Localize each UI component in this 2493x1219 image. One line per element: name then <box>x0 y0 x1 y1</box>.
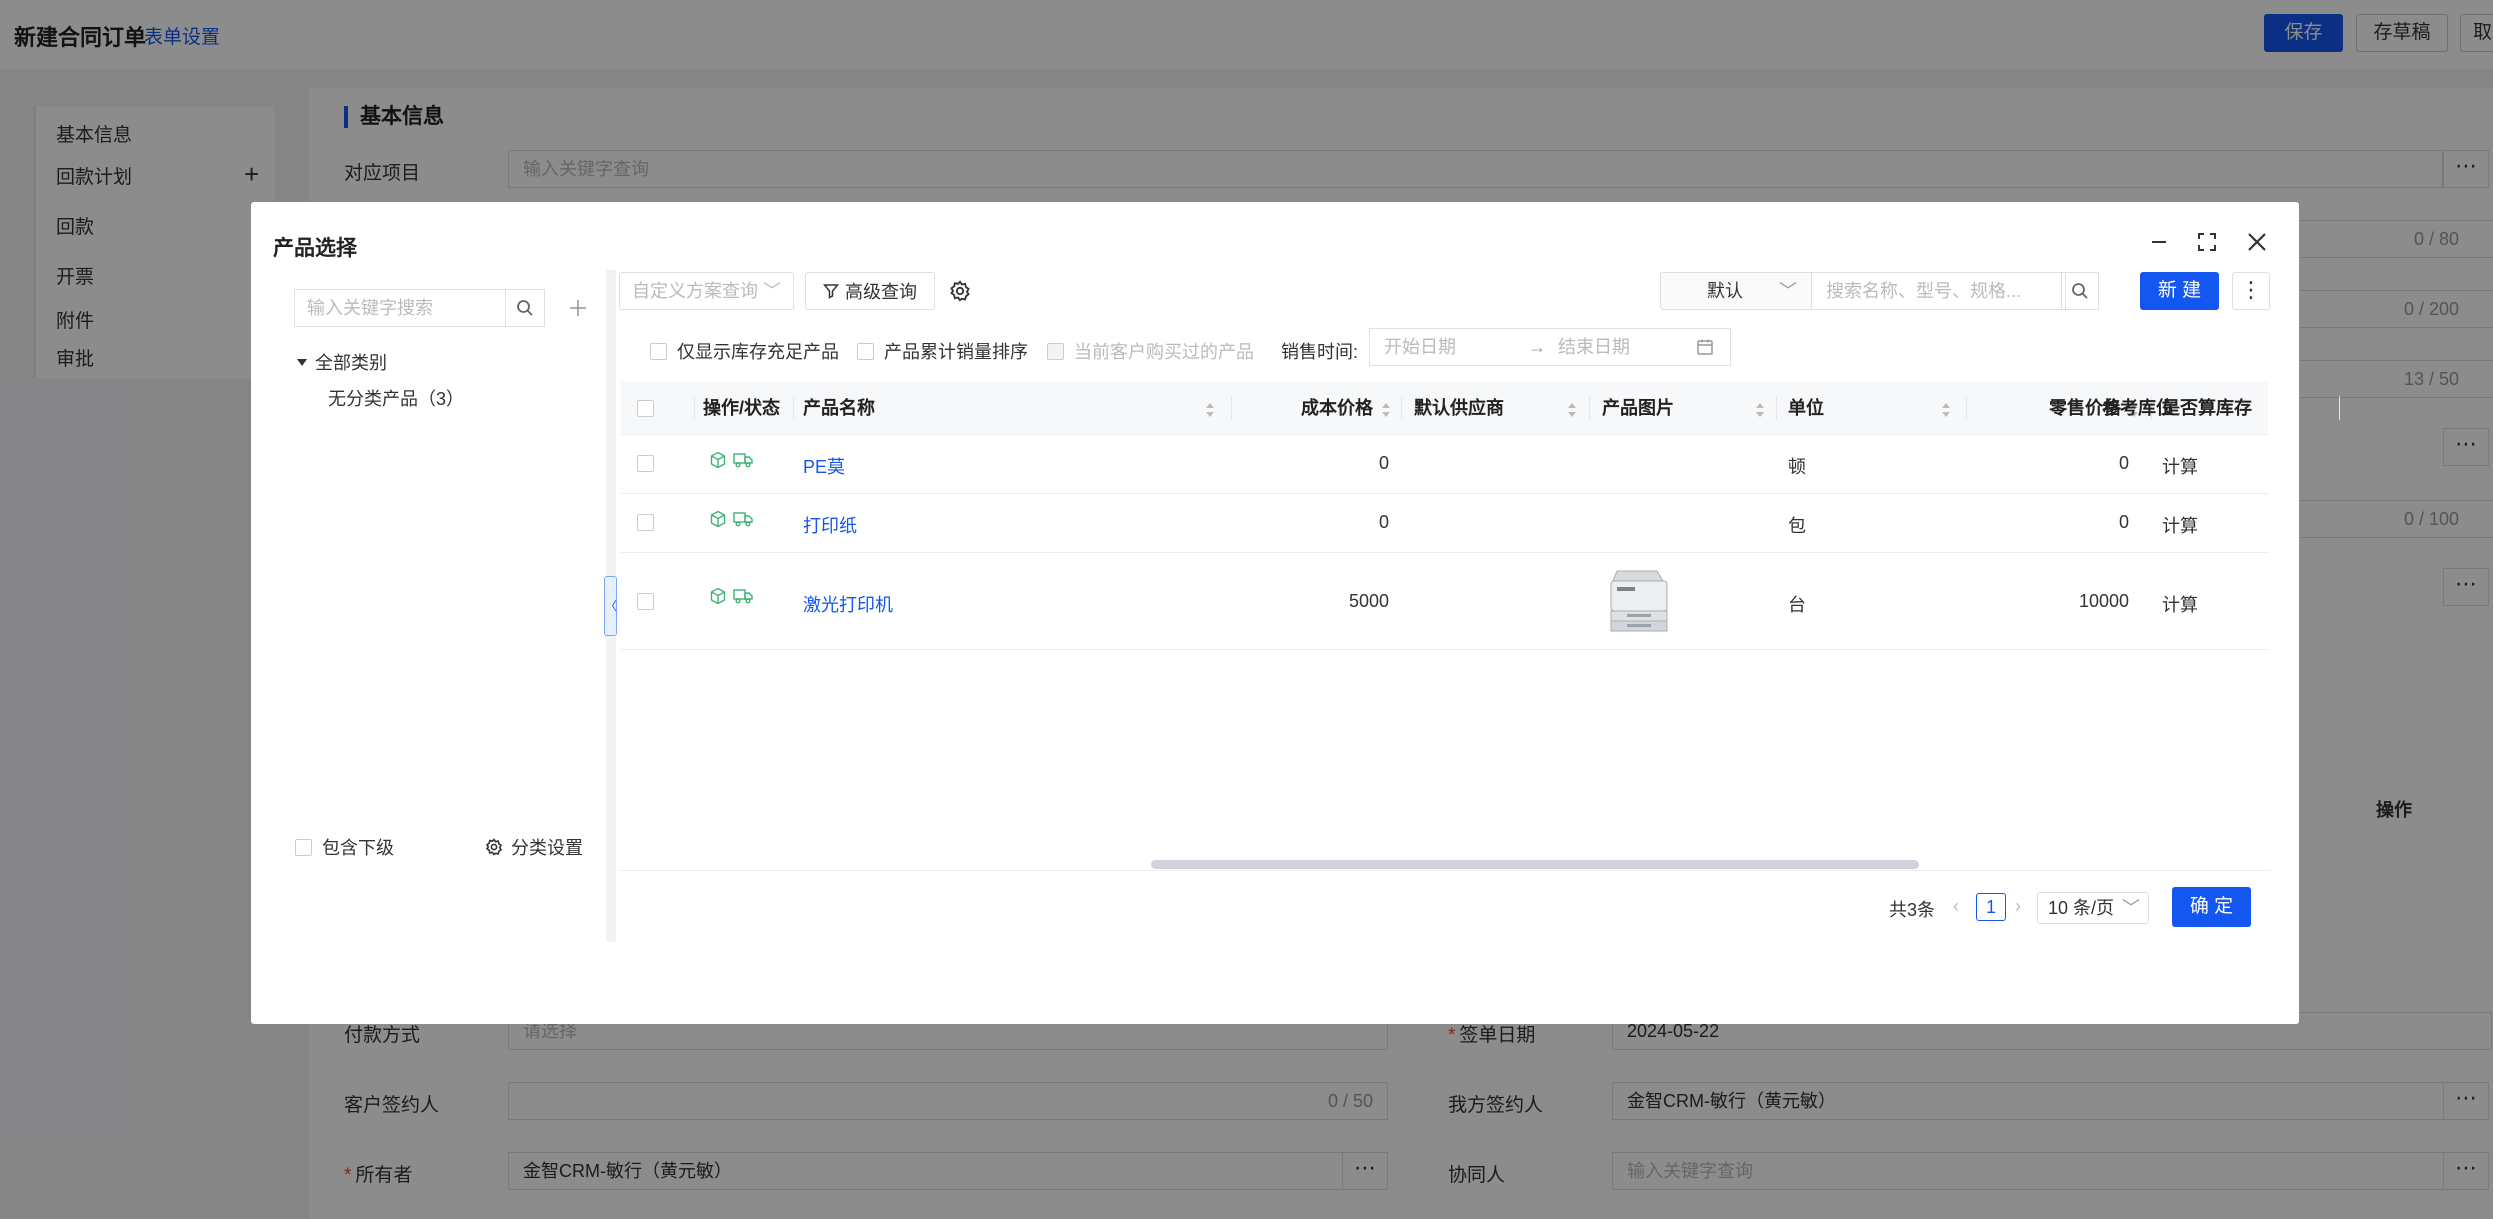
chevron-down-icon: ﹀ <box>763 281 781 301</box>
table-row[interactable]: 打印纸 0 包 0 计算 <box>621 494 2268 553</box>
end-date-input[interactable]: 结束日期 <box>1558 329 1630 365</box>
sale-time-label: 销售时间: <box>1281 342 1359 362</box>
row-checkbox[interactable] <box>637 514 654 531</box>
stock-only-checkbox[interactable]: 仅显示库存充足产品 <box>650 338 839 364</box>
product-name-link[interactable]: 激光打印机 <box>803 591 893 617</box>
unit: 顿 <box>1788 457 1806 477</box>
more-icon[interactable]: ⋮ <box>2232 272 2270 310</box>
sort-select[interactable]: 默认 ﹀ <box>1660 272 1812 310</box>
sort-icon[interactable] <box>1941 402 1951 418</box>
sort-icon[interactable] <box>1567 402 1577 418</box>
column-divider <box>694 396 695 420</box>
row-checkbox[interactable] <box>637 455 654 472</box>
caret-down-icon[interactable] <box>297 358 307 366</box>
start-date-input[interactable]: 开始日期 <box>1384 329 1456 365</box>
sort-icon[interactable] <box>1381 402 1391 418</box>
close-icon[interactable] <box>2239 224 2275 260</box>
prev-page-icon[interactable]: ‹ <box>1953 896 1959 917</box>
unit: 台 <box>1788 595 1806 615</box>
truck-icon[interactable] <box>733 587 753 605</box>
total-count: 共3条 <box>1889 900 1936 920</box>
col-header-name[interactable]: 产品名称 <box>803 382 875 435</box>
page-number-current[interactable]: 1 <box>1976 893 2006 921</box>
col-header-stock[interactable]: 是否算库存 <box>2162 382 2252 435</box>
col-header-cost[interactable]: 成本价格 <box>1301 382 1373 435</box>
advanced-query-button[interactable]: 高级查询 <box>805 272 935 310</box>
search-icon[interactable] <box>505 289 545 327</box>
bought-by-customer-checkbox: 当前客户购买过的产品 <box>1047 338 1254 364</box>
box-icon[interactable] <box>709 510 727 528</box>
product-search-input[interactable]: 搜索名称、型号、规格... <box>1812 272 2066 310</box>
gear-icon[interactable] <box>949 280 971 302</box>
sale-date-range[interactable]: 开始日期 → 结束日期 <box>1369 328 1731 366</box>
sort-icon[interactable] <box>1205 402 1215 418</box>
row-checkbox[interactable] <box>637 593 654 610</box>
new-product-button[interactable]: 新 建 <box>2140 272 2219 310</box>
maximize-icon[interactable] <box>2189 224 2225 260</box>
checkbox[interactable] <box>295 838 312 856</box>
col-header-location[interactable]: 参考库位 <box>2102 382 2174 435</box>
modal-title: 产品选择 <box>273 237 357 260</box>
truck-icon[interactable] <box>733 451 753 469</box>
count-stock: 计算 <box>2162 595 2198 615</box>
checkbox[interactable] <box>857 342 874 360</box>
box-icon[interactable] <box>709 451 727 469</box>
cost-price: 0 <box>1378 453 1389 473</box>
column-divider <box>1776 396 1777 420</box>
count-stock: 计算 <box>2162 516 2198 536</box>
tree-node-all-categories[interactable]: 全部类别 <box>297 349 387 375</box>
column-divider <box>1589 396 1590 420</box>
column-divider <box>1966 396 1967 420</box>
confirm-button[interactable]: 确 定 <box>2172 887 2251 927</box>
col-header-status: 操作/状态 <box>703 398 781 418</box>
cost-price: 0 <box>1378 512 1389 532</box>
col-header-image[interactable]: 产品图片 <box>1602 382 1674 435</box>
horizontal-scrollbar[interactable] <box>1151 860 1919 869</box>
category-search-input[interactable]: 输入关键字搜索 <box>294 289 505 327</box>
select-all-checkbox[interactable] <box>637 400 654 417</box>
table-footer-divider <box>619 870 2271 871</box>
chevron-down-icon: ﹀ <box>1779 281 1797 301</box>
sales-sort-checkbox[interactable]: 产品累计销量排序 <box>857 338 1028 364</box>
retail-price: 0 <box>2118 512 2129 532</box>
minimize-icon[interactable] <box>2141 224 2177 260</box>
product-image-printer[interactable] <box>1603 563 1675 637</box>
category-setting-button[interactable]: 分类设置 <box>485 834 583 860</box>
page-size-select[interactable]: 10 条/页 ﹀ <box>2037 892 2149 924</box>
unit: 包 <box>1788 516 1806 536</box>
checkbox <box>1047 342 1064 360</box>
product-name-link[interactable]: 打印纸 <box>803 512 857 538</box>
table-row[interactable]: PE莫 0 顿 0 计算 <box>621 435 2268 494</box>
column-divider <box>1401 396 1402 420</box>
column-divider <box>1231 396 1232 420</box>
sort-icon[interactable] <box>1755 402 1765 418</box>
col-header-supplier[interactable]: 默认供应商 <box>1414 382 1504 435</box>
collapse-sidebar-handle[interactable]: 〈 <box>604 576 617 636</box>
add-category-icon[interactable] <box>563 289 593 327</box>
cost-price: 5000 <box>1348 591 1389 611</box>
retail-price: 0 <box>2118 453 2129 473</box>
next-page-icon[interactable]: › <box>2015 896 2021 917</box>
filter-icon <box>823 284 839 299</box>
chevron-down-icon: ﹀ <box>2122 898 2140 918</box>
box-icon[interactable] <box>709 587 727 605</box>
search-icon[interactable] <box>2061 272 2099 310</box>
col-header-unit[interactable]: 单位 <box>1788 382 1824 435</box>
table-row[interactable]: 激光打印机 5000 台 10000 计算 <box>621 553 2268 650</box>
include-sub-checkbox[interactable]: 包含下级 <box>295 834 394 860</box>
custom-scheme-select[interactable]: 自定义方案查询 ﹀ <box>619 272 794 310</box>
arrow-right-icon: → <box>1528 337 1546 357</box>
count-stock: 计算 <box>2162 457 2198 477</box>
product-name-link[interactable]: PE莫 <box>803 453 845 479</box>
calendar-icon[interactable] <box>1696 338 1714 356</box>
table-header: 操作/状态 产品名称 成本价格 默认供应商 产品图片 单位 零售价格 是否算库存 <box>621 382 2340 435</box>
retail-price: 10000 <box>2078 591 2129 611</box>
column-divider <box>2339 396 2340 420</box>
tree-node-uncategorized[interactable]: 无分类产品（3） <box>328 385 464 411</box>
checkbox[interactable] <box>650 342 667 360</box>
gear-icon <box>485 838 503 856</box>
column-divider <box>793 396 794 420</box>
product-select-modal: 产品选择 输入关键字搜索 全部类别 无分类产品（3） 包含下级 分类设置 〈 自… <box>251 202 2340 1024</box>
truck-icon[interactable] <box>733 510 753 528</box>
